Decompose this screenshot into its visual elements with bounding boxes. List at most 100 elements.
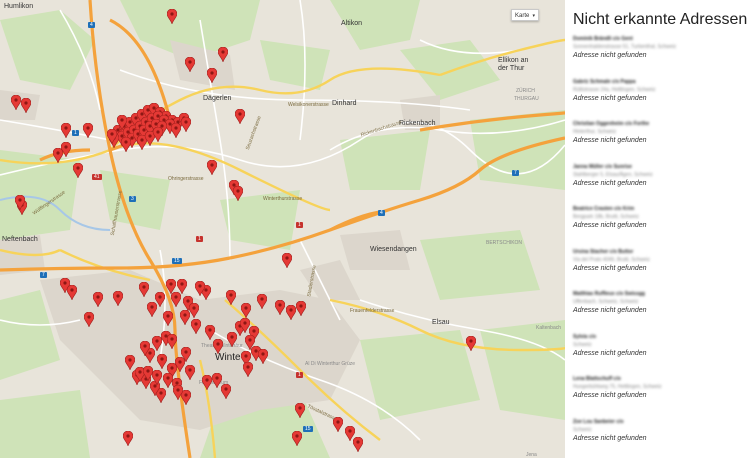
map-marker-icon[interactable] — [258, 349, 268, 364]
map-marker-icon[interactable] — [333, 417, 343, 432]
highway-shield: 4 — [88, 22, 95, 28]
entry-status: Adresse nicht gefunden — [573, 307, 647, 314]
list-item: Janna Müller c/o Sunrise Stahlberger 5, … — [573, 163, 754, 206]
map-marker-icon[interactable] — [282, 253, 292, 268]
map-marker-icon[interactable] — [163, 311, 173, 326]
place-label: Dägerlen — [203, 95, 232, 102]
map-marker-icon[interactable] — [189, 303, 199, 318]
map-marker-icon[interactable] — [153, 127, 163, 142]
entry-status: Adresse nicht gefunden — [573, 52, 647, 59]
highway-shield: 4 — [378, 210, 385, 216]
highway-shield: 3 — [129, 196, 136, 202]
map-marker-icon[interactable] — [140, 341, 150, 356]
map-marker-icon[interactable] — [171, 123, 181, 138]
place-label: Al Di Winterthur Grüze — [305, 361, 356, 367]
map-marker-icon[interactable] — [257, 294, 267, 309]
list-item: Lena Blattschuff c/o Hungerbühlweg 75, H… — [573, 375, 754, 418]
map-marker-icon[interactable] — [207, 68, 217, 83]
entry-name: Dominik Brändli c/o Gent — [573, 36, 633, 42]
entry-name: Christian Oggenheim c/o Forthe — [573, 121, 650, 127]
map-marker-icon[interactable] — [181, 117, 191, 132]
entry-name: Lena Blattschuff c/o — [573, 376, 621, 382]
entry-status: Adresse nicht gefunden — [573, 392, 647, 399]
map-marker-icon[interactable] — [123, 431, 133, 446]
entry-status: Adresse nicht gefunden — [573, 94, 647, 102]
map-marker-icon[interactable] — [185, 57, 195, 72]
map-marker-icon[interactable] — [243, 362, 253, 377]
map-marker-icon[interactable] — [93, 292, 103, 307]
entry-status: Adresse nicht gefunden — [573, 137, 647, 144]
map-marker-icon[interactable] — [295, 403, 305, 418]
map-view[interactable]: Karte ▾ Humlikon Altikon Ellikon an der … — [0, 0, 565, 458]
map-marker-icon[interactable] — [241, 303, 251, 318]
unrecognized-addresses-panel: Nicht erkannte Adressen Dominik Brändli … — [565, 0, 754, 458]
map-marker-icon[interactable] — [121, 137, 131, 152]
map-marker-icon[interactable] — [275, 300, 285, 315]
map-marker-icon[interactable] — [218, 47, 228, 62]
map-marker-icon[interactable] — [286, 305, 296, 320]
map-marker-icon[interactable] — [181, 347, 191, 362]
map-marker-icon[interactable] — [205, 325, 215, 340]
highway-shield: 7 — [40, 272, 47, 278]
map-marker-icon[interactable] — [185, 365, 195, 380]
road-label: Welsikonerstrasse — [288, 102, 329, 108]
map-marker-icon[interactable] — [84, 312, 94, 327]
map-marker-icon[interactable] — [21, 98, 31, 113]
map-marker-icon[interactable] — [73, 163, 83, 178]
list-item: Zoe Lou Sanbeier c/o Schweiz Adresse nic… — [573, 418, 754, 458]
map-marker-icon[interactable] — [152, 370, 162, 385]
panel-title: Nicht erkannte Adressen — [573, 11, 748, 28]
map-marker-icon[interactable] — [195, 281, 205, 296]
place-label: Wiesendangen — [370, 246, 417, 253]
map-canvas[interactable] — [0, 0, 565, 458]
map-marker-icon[interactable] — [213, 339, 223, 354]
map-marker-icon[interactable] — [353, 437, 363, 452]
map-marker-icon[interactable] — [166, 279, 176, 294]
map-marker-icon[interactable] — [296, 301, 306, 316]
map-marker-icon[interactable] — [139, 282, 149, 297]
map-marker-icon[interactable] — [191, 319, 201, 334]
map-marker-icon[interactable] — [221, 384, 231, 399]
map-marker-icon[interactable] — [61, 123, 71, 138]
entry-name: Sylvia c/o — [573, 333, 597, 340]
map-marker-icon[interactable] — [83, 123, 93, 138]
entry-address: Hungerbühlweg 75, Hettlingen, Schweiz — [573, 384, 662, 390]
map-type-selector[interactable]: Karte ▾ — [511, 9, 539, 21]
list-item: Dominik Brändli c/o Gent Sonnenhaldenstr… — [573, 35, 754, 78]
map-marker-icon[interactable] — [107, 129, 117, 144]
highway-shield: 41 — [92, 174, 102, 180]
map-marker-icon[interactable] — [117, 115, 127, 130]
map-marker-icon[interactable] — [466, 336, 476, 351]
map-marker-icon[interactable] — [233, 186, 243, 201]
map-marker-icon[interactable] — [67, 285, 77, 300]
map-marker-icon[interactable] — [171, 292, 181, 307]
map-marker-icon[interactable] — [11, 95, 21, 110]
map-marker-icon[interactable] — [157, 354, 167, 369]
entry-name: Zoe Lou Sanbeier c/o — [573, 418, 624, 425]
map-marker-icon[interactable] — [173, 385, 183, 400]
map-marker-icon[interactable] — [292, 431, 302, 446]
map-marker-icon[interactable] — [163, 373, 173, 388]
map-marker-icon[interactable] — [235, 109, 245, 124]
entry-name: Beatrice Crasten c/o Krim — [573, 206, 635, 212]
highway-shield: 1 — [296, 372, 303, 378]
map-marker-icon[interactable] — [113, 291, 123, 306]
map-marker-icon[interactable] — [226, 290, 236, 305]
map-marker-icon[interactable] — [155, 292, 165, 307]
entry-address: Rütlistrasse 24a, Hettlingen, Schweiz — [573, 86, 656, 93]
entry-name: Gabriz Schmale c/o Pappa — [573, 78, 636, 85]
map-type-label: Karte — [515, 13, 530, 19]
map-marker-icon[interactable] — [167, 334, 177, 349]
map-marker-icon[interactable] — [227, 332, 237, 347]
map-marker-icon[interactable] — [125, 355, 135, 370]
map-marker-icon[interactable] — [202, 375, 212, 390]
map-marker-icon[interactable] — [177, 279, 187, 294]
map-marker-icon[interactable] — [207, 160, 217, 175]
map-marker-icon[interactable] — [15, 195, 25, 210]
entry-status: Adresse nicht gefunden — [573, 179, 647, 187]
entry-address: Schweiz — [573, 426, 592, 433]
map-marker-icon[interactable] — [245, 335, 255, 350]
place-label: Humlikon — [4, 3, 34, 10]
map-marker-icon[interactable] — [167, 9, 177, 24]
map-marker-icon[interactable] — [61, 142, 71, 157]
